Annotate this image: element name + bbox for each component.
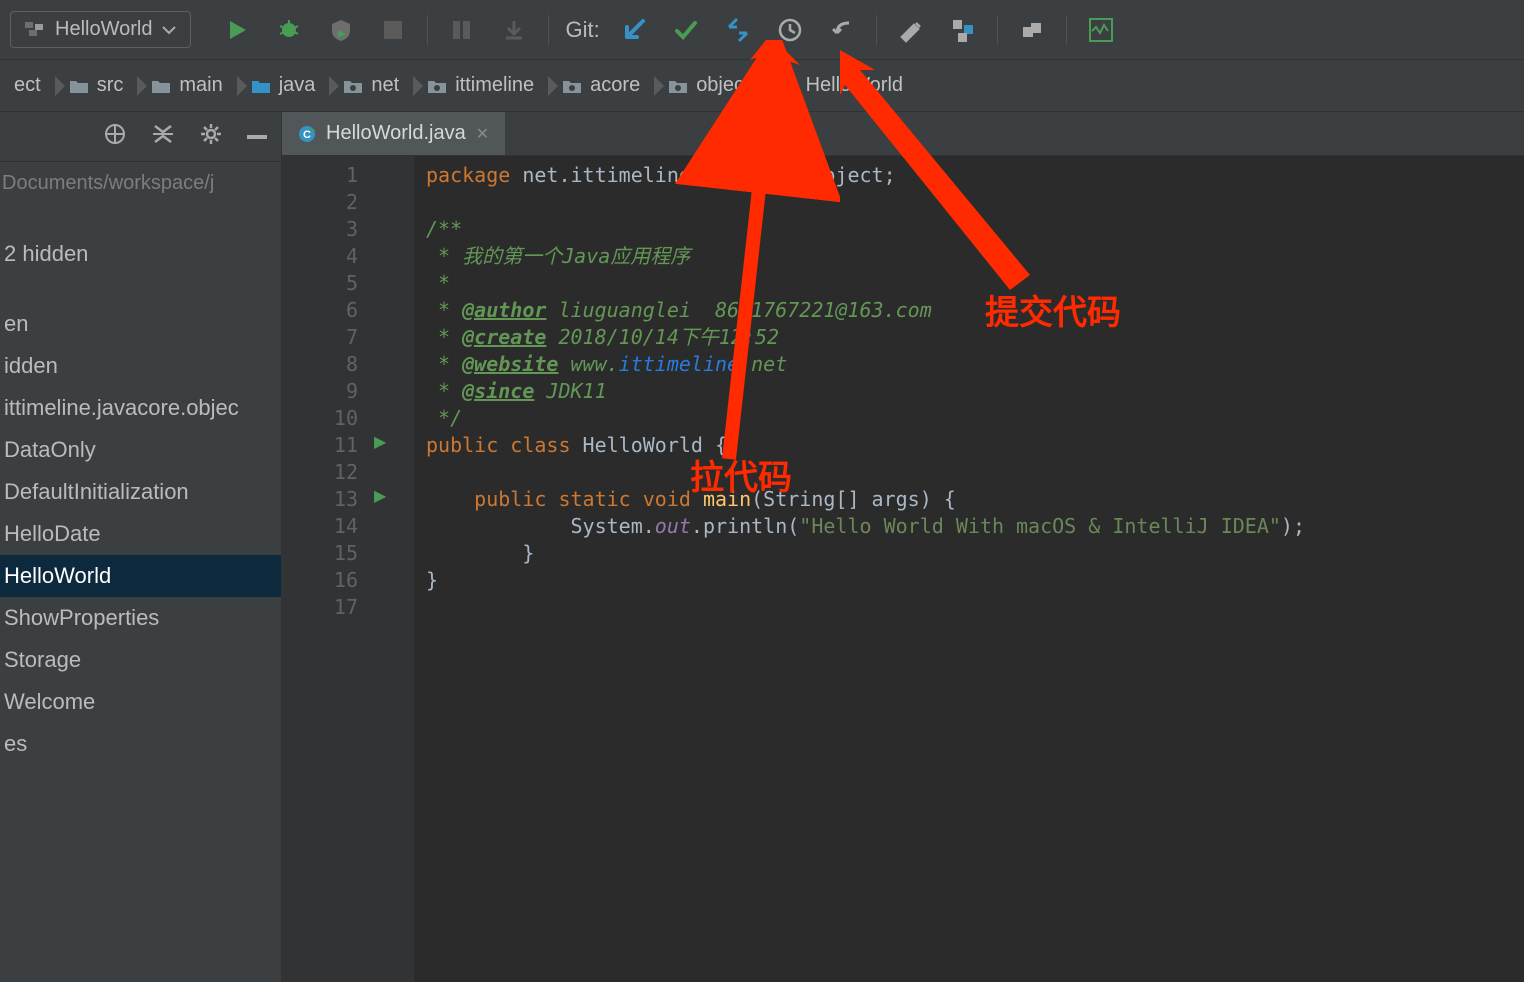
sidebar-path: Documents/workspace/j [0,162,281,205]
run-marker-icon[interactable]: ▶ [374,486,386,506]
sidebar-item[interactable]: Storage [0,639,281,681]
breadcrumb-bar: ect src main java net ittimeline acore o… [0,60,1524,112]
stop-button[interactable] [369,6,417,54]
toolbar-separator [876,15,877,45]
collapse-all-icon[interactable] [151,124,175,149]
sidebar-item[interactable]: 2 hidden [0,233,281,275]
coverage-button[interactable] [317,6,365,54]
run-marker-icon[interactable]: ▶ [374,432,386,452]
code-area[interactable]: 1234567891011121314151617 ▶ ▶ package ne… [282,156,1524,982]
profiler-button[interactable] [438,6,486,54]
editor-tab[interactable]: C HelloWorld.java ✕ [282,112,505,155]
git-revert-button[interactable] [818,6,866,54]
sidebar-item[interactable]: Welcome [0,681,281,723]
sidebar-item[interactable]: idden [0,345,281,387]
folder-icon [69,78,89,94]
folder-icon [151,78,171,94]
class-icon: C [298,125,316,143]
close-icon[interactable]: ✕ [476,124,489,144]
package-icon [427,78,447,94]
project-structure-button[interactable] [939,6,987,54]
main-area: Documents/workspace/j 2 hidden en idden … [0,112,1524,982]
git-label: Git: [565,17,599,43]
gear-icon[interactable] [199,122,223,151]
project-sidebar: Documents/workspace/j 2 hidden en idden … [0,112,282,982]
toolbar-separator [1066,15,1067,45]
git-pull-button[interactable] [610,6,658,54]
breadcrumb-item[interactable]: acore [548,74,654,97]
folder-blue-icon [251,78,271,94]
run-config-dropdown[interactable]: HelloWorld [10,11,191,48]
toolbar-separator [548,15,549,45]
git-history-button[interactable] [766,6,814,54]
breadcrumb-item[interactable]: ect [0,74,55,97]
breadcrumb-item[interactable]: object [654,74,763,97]
settings-button[interactable] [887,6,935,54]
chevron-down-icon [162,25,176,35]
git-compare-button[interactable] [714,6,762,54]
breadcrumb-item[interactable]: src [55,74,138,97]
line-gutter: 1234567891011121314151617 [282,156,370,982]
class-icon: C [778,76,798,96]
editor-tabs: C HelloWorld.java ✕ [282,112,1524,156]
git-commit-button[interactable] [662,6,710,54]
svg-text:C: C [303,129,311,141]
sidebar-item[interactable]: ShowProperties [0,597,281,639]
svg-text:C: C [783,79,793,94]
breadcrumb-item[interactable]: net [329,74,413,97]
scroll-from-source-icon[interactable] [103,122,127,151]
run-button[interactable] [213,6,261,54]
breadcrumb-item[interactable]: ittimeline [413,74,548,97]
sidebar-item[interactable]: es [0,723,281,765]
config-label: HelloWorld [55,18,152,41]
tab-label: HelloWorld.java [326,122,466,145]
breadcrumb-item[interactable]: CHelloWorld [764,74,917,97]
package-icon [562,78,582,94]
sidebar-tools [0,112,281,162]
package-icon [668,78,688,94]
hide-icon[interactable] [247,128,267,146]
sidebar-item[interactable]: DefaultInitialization [0,471,281,513]
breadcrumb-item[interactable]: java [237,74,330,97]
windows-icon [25,22,45,38]
activity-button[interactable] [1077,6,1125,54]
run-gutter: ▶ ▶ [370,156,396,982]
toolbar-separator [997,15,998,45]
download-button[interactable] [490,6,538,54]
fold-gutter [396,156,414,982]
debug-button[interactable] [265,6,313,54]
build-button[interactable] [1008,6,1056,54]
sidebar-item[interactable]: HelloDate [0,513,281,555]
package-icon [343,78,363,94]
sidebar-item[interactable]: en [0,303,281,345]
sidebar-item[interactable]: DataOnly [0,429,281,471]
toolbar-separator [427,15,428,45]
editor-pane: C HelloWorld.java ✕ 12345678910111213141… [282,112,1524,982]
main-toolbar: HelloWorld Git: [0,0,1524,60]
sidebar-item[interactable]: ittimeline.javacore.objec [0,387,281,429]
code-content[interactable]: package net.ittimeline.javacore.object; … [414,156,1524,982]
breadcrumb-item[interactable]: main [137,74,236,97]
sidebar-item-selected[interactable]: HelloWorld [0,555,281,597]
